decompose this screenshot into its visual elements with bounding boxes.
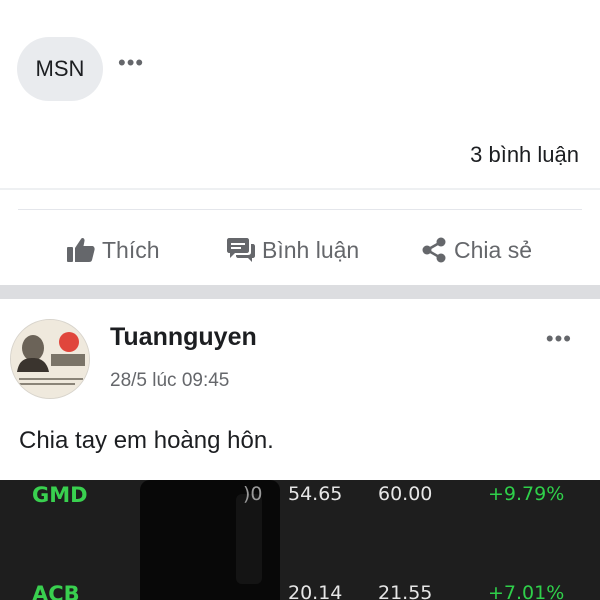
more-options-icon[interactable]: ••• — [546, 326, 572, 352]
post-action-bar: Thích Bình luận Chia sẻ — [0, 228, 600, 272]
source-chip-label: MSN — [35, 56, 85, 81]
stock-partial-value: )0 — [243, 483, 263, 505]
comment-bubble-icon — [226, 237, 256, 263]
feed-post: Tuannguyen 28/5 lúc 09:45 ••• Chia tay e… — [0, 299, 600, 480]
avatar[interactable] — [10, 319, 90, 399]
stock-change: +9.79% — [488, 483, 565, 505]
stock-symbol: ACB — [32, 582, 80, 600]
comment-count[interactable]: 3 bình luận — [470, 142, 579, 168]
stock-row: ACB 20.14 21.55 +7.01% — [0, 582, 600, 600]
post-image[interactable]: GMD )0 54.65 60.00 +9.79% ACB 20.14 21.5… — [0, 480, 600, 600]
more-options-icon[interactable]: ••• — [118, 52, 144, 74]
post-timestamp[interactable]: 28/5 lúc 09:45 — [110, 370, 229, 392]
divider — [18, 209, 582, 210]
share-button[interactable]: Chia sẻ — [420, 228, 532, 272]
stock-change: +7.01% — [488, 582, 565, 600]
like-button[interactable]: Thích — [66, 228, 160, 272]
divider — [0, 188, 600, 190]
comment-label: Bình luận — [262, 236, 360, 263]
share-icon — [420, 236, 448, 264]
stock-price: 54.65 — [288, 483, 343, 505]
post-text: Chia tay em hoàng hôn. — [19, 427, 274, 454]
stock-symbol: GMD — [32, 483, 88, 507]
previous-post-footer: MSN ••• 3 bình luận — [0, 0, 600, 210]
like-label: Thích — [102, 236, 160, 263]
post-author[interactable]: Tuannguyen — [110, 323, 257, 352]
source-chip[interactable]: MSN — [17, 37, 103, 101]
feed-separator — [0, 285, 600, 299]
stock-row: GMD )0 54.65 60.00 +9.79% — [0, 483, 600, 513]
stock-price: 60.00 — [378, 483, 433, 505]
stock-price: 20.14 — [288, 582, 343, 600]
share-label: Chia sẻ — [454, 236, 532, 263]
stock-price: 21.55 — [378, 582, 433, 600]
thumbs-up-icon — [66, 237, 96, 263]
comment-button[interactable]: Bình luận — [226, 228, 359, 272]
